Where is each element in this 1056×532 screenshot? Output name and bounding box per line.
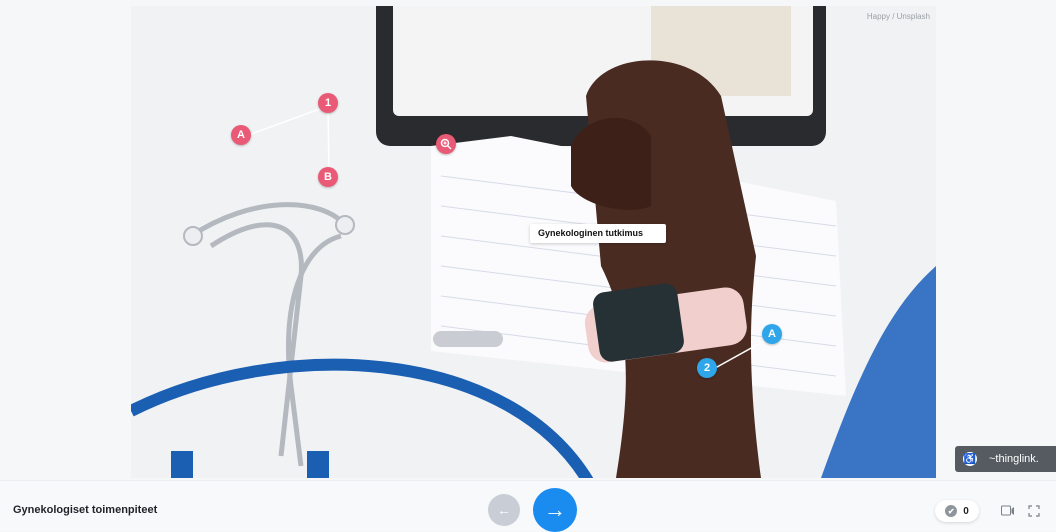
- accessibility-icon[interactable]: ♿: [963, 452, 977, 466]
- hotspot-a-red[interactable]: A: [231, 125, 251, 145]
- prev-button[interactable]: ←: [488, 494, 520, 526]
- arrow-left-icon: ←: [497, 502, 511, 518]
- hotspot-1[interactable]: 1: [318, 93, 338, 113]
- hotspot-2[interactable]: 2: [697, 358, 717, 378]
- page-title: Gynekologiset toimenpiteet: [13, 504, 158, 516]
- audio-description-icon[interactable]: [1000, 503, 1016, 519]
- thinglink-logo: ~thinglink.: [989, 453, 1039, 465]
- bottom-bar: Gynekologiset toimenpiteet ← → ✔ 0: [0, 480, 1056, 532]
- photo-credit: Happy / Unsplash: [866, 12, 930, 21]
- hotspot-b[interactable]: B: [318, 167, 338, 187]
- next-button[interactable]: →: [533, 488, 577, 532]
- thinglink-branding[interactable]: ♿ ~thinglink.: [955, 446, 1056, 472]
- zoom-in-icon[interactable]: [436, 134, 456, 154]
- reactions-button[interactable]: ✔ 0: [935, 500, 979, 522]
- hotspot-a-blue[interactable]: A: [762, 324, 782, 344]
- reactions-count: 0: [963, 505, 969, 517]
- arrow-right-icon: →: [544, 497, 566, 522]
- image-canvas: Happy / Unsplash 1 A B A 2 Gynekologinen…: [131, 6, 936, 478]
- fullscreen-icon[interactable]: [1026, 503, 1042, 519]
- hotspot-tooltip: Gynekologinen tutkimus: [530, 224, 666, 243]
- reaction-icon: ✔: [945, 505, 958, 517]
